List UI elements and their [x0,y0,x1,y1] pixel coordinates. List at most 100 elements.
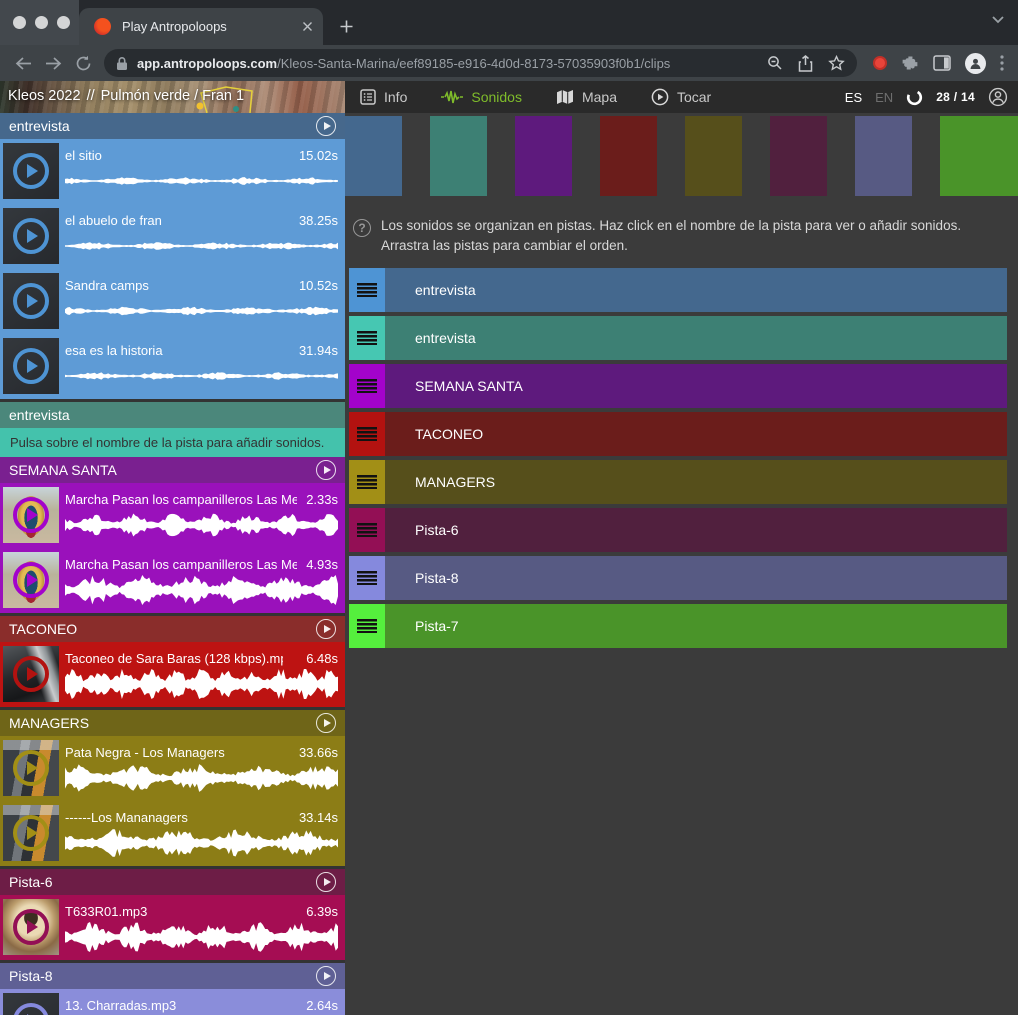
track-row-body[interactable]: Pista-8 [385,556,1007,600]
zoom-icon[interactable] [767,55,783,71]
clip-thumbnail[interactable] [3,208,59,264]
drag-handle[interactable] [349,364,385,408]
drag-handle[interactable] [349,460,385,504]
sidebar-track-header[interactable]: Pista-6 [0,869,345,895]
clip-thumbnail[interactable] [3,993,59,1015]
clip[interactable]: ------Los Mananagers 33.14s [0,804,345,866]
sidebar-track-title: entrevista [9,118,70,134]
drag-handle[interactable] [349,604,385,648]
play-circle-icon [651,88,669,106]
clip[interactable]: T633R01.mp3 6.39s [0,898,345,960]
extensions-puzzle-icon[interactable] [901,54,919,72]
clip[interactable]: 13. Charradas.mp3 2.64s [0,992,345,1015]
clip[interactable]: el abuelo de fran 38.25s [0,207,345,269]
clip-thumbnail[interactable] [3,899,59,955]
back-button[interactable] [8,48,38,78]
track-play-button[interactable] [316,619,336,639]
drag-handle[interactable] [349,316,385,360]
drag-handle[interactable] [349,508,385,552]
sidebar-track-header[interactable]: entrevista [0,402,345,428]
browser-tab[interactable]: Play Antropoloops [79,8,323,45]
track-play-button[interactable] [316,116,336,136]
clip[interactable]: Marcha Pasan los campanilleros Las Mejor… [0,486,345,548]
clip[interactable]: Sandra camps 10.52s [0,272,345,334]
drag-handle[interactable] [349,556,385,600]
track-row-body[interactable]: MANAGERS [385,460,1007,504]
tab-sonidos-active[interactable]: Sonidos [441,89,522,105]
lang-es[interactable]: ES [845,90,862,105]
browser-menu-icon[interactable] [1000,55,1004,71]
clip[interactable]: esa es la historia 31.94s [0,337,345,399]
color-swatch-taconeo[interactable] [600,116,657,196]
track-row-body[interactable]: entrevista [385,268,1007,312]
color-swatch-entrevista-2[interactable] [430,116,487,196]
track-row-body[interactable]: Pista-6 [385,508,1007,552]
track-play-button[interactable] [316,713,336,733]
account-icon[interactable] [988,87,1008,107]
side-panel-icon[interactable] [933,55,951,71]
track-row-body[interactable]: entrevista [385,316,1007,360]
clip[interactable]: Pata Negra - Los Managers 33.66s [0,739,345,801]
sidebar-track-header[interactable]: MANAGERS [0,710,345,736]
track-row-entrevista-1[interactable]: entrevista [349,268,1007,312]
tab-tocar[interactable]: Tocar [651,88,711,106]
color-swatch-entrevista-1[interactable] [345,116,402,196]
clip-thumbnail[interactable] [3,273,59,329]
tab-info[interactable]: Info [360,89,407,105]
clip-thumbnail[interactable] [3,805,59,861]
track-row-pista-6[interactable]: Pista-6 [349,508,1007,552]
window-fullscreen-button[interactable] [57,16,70,29]
track-row-managers[interactable]: MANAGERS [349,460,1007,504]
color-swatch-managers[interactable] [685,116,742,196]
lang-en[interactable]: EN [875,90,893,105]
clip-thumbnail[interactable] [3,143,59,199]
record-extension-icon[interactable] [873,56,887,70]
profile-avatar[interactable] [965,53,986,74]
track-play-button[interactable] [316,460,336,480]
clip[interactable]: el sitio 15.02s [0,142,345,204]
track-row-taconeo[interactable]: TACONEO [349,412,1007,456]
close-tab-icon[interactable] [302,21,313,32]
window-close-button[interactable] [13,16,26,29]
track-play-button[interactable] [316,966,336,986]
track-row-semana-santa[interactable]: SEMANA SANTA [349,364,1007,408]
share-icon[interactable] [798,55,813,72]
track-row-body[interactable]: TACONEO [385,412,1007,456]
clip-thumbnail[interactable] [3,487,59,543]
track-row-entrevista-2[interactable]: entrevista [349,316,1007,360]
track-play-button[interactable] [316,872,336,892]
remix-map-thumbnail[interactable]: Kleos 2022//Pulmón verde / Fran 1 [0,81,345,113]
bookmark-star-icon[interactable] [828,55,845,71]
color-swatch-pista-7[interactable] [940,116,1018,196]
clip-thumbnail[interactable] [3,740,59,796]
clip-thumbnail[interactable] [3,552,59,608]
remix-title: Pulmón verde / Fran 1 [101,88,244,104]
clip[interactable]: Taconeo de Sara Baras (128 kbps).mp3 6.4… [0,645,345,707]
sidebar-track-title: SEMANA SANTA [9,462,117,478]
clip-thumbnail[interactable] [3,646,59,702]
color-swatch-pista-6[interactable] [770,116,827,196]
reload-button[interactable] [68,48,98,78]
track-row-pista-8[interactable]: Pista-8 [349,556,1007,600]
clip-play-icon [13,750,49,786]
url-bar[interactable]: app.antropoloops.com/Kleos-Santa-Marina/… [104,49,857,77]
drag-handle[interactable] [349,268,385,312]
new-tab-button[interactable] [339,8,354,45]
forward-button[interactable] [38,48,68,78]
sidebar-track-header[interactable]: TACONEO [0,616,345,642]
color-swatch-semana-santa[interactable] [515,116,572,196]
clip[interactable]: Marcha Pasan los campanilleros Las Mejor… [0,551,345,613]
waveform [65,668,338,700]
tab-search-chevron-icon[interactable] [991,15,1005,24]
sidebar-track-header[interactable]: entrevista [0,113,345,139]
sidebar-track-header[interactable]: Pista-8 [0,963,345,989]
drag-handle[interactable] [349,412,385,456]
tab-mapa[interactable]: Mapa [556,89,617,105]
sidebar-track-header[interactable]: SEMANA SANTA [0,457,345,483]
clip-thumbnail[interactable] [3,338,59,394]
track-row-body[interactable]: Pista-7 [385,604,1007,648]
track-row-body[interactable]: SEMANA SANTA [385,364,1007,408]
track-row-pista-7[interactable]: Pista-7 [349,604,1007,648]
window-minimize-button[interactable] [35,16,48,29]
color-swatch-pista-8[interactable] [855,116,912,196]
